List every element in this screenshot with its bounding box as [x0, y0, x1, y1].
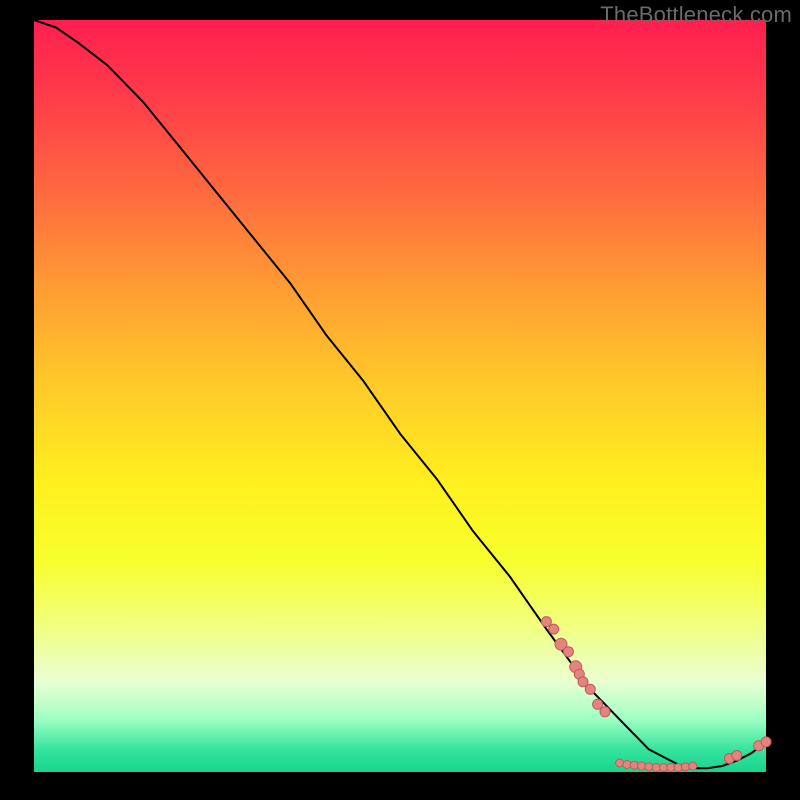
data-marker: [630, 761, 638, 769]
data-marker: [578, 677, 588, 687]
data-marker: [674, 764, 682, 772]
data-marker: [667, 764, 675, 772]
data-marker: [585, 684, 595, 694]
watermark-text: TheBottleneck.com: [600, 2, 792, 28]
data-marker: [563, 647, 573, 657]
bottleneck-curve: [34, 20, 766, 768]
data-marker: [616, 759, 624, 767]
data-marker: [732, 751, 742, 761]
data-marker: [761, 737, 771, 747]
data-marker: [689, 762, 697, 770]
data-marker: [682, 763, 690, 771]
data-marker: [623, 761, 631, 769]
data-marker: [600, 707, 610, 717]
data-marker: [593, 699, 603, 709]
data-markers-group: [541, 617, 771, 772]
data-marker: [645, 763, 653, 771]
chart-svg-overlay: [34, 20, 766, 772]
data-marker: [549, 624, 559, 634]
data-marker: [638, 762, 646, 770]
chart-container: TheBottleneck.com: [0, 0, 800, 800]
data-marker: [541, 617, 551, 627]
